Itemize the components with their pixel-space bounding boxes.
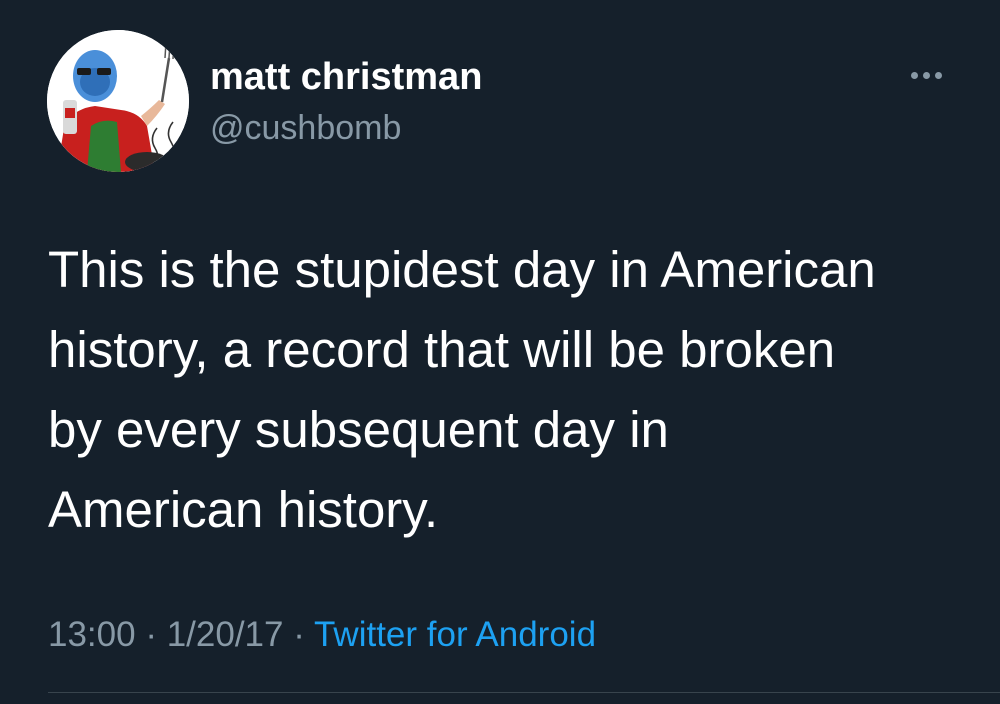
divider [48, 692, 1000, 693]
meta-separator: · [135, 615, 167, 654]
tweet-source-link[interactable]: Twitter for Android [314, 615, 596, 654]
tweet-date[interactable]: 1/20/17 [167, 615, 284, 654]
handle[interactable]: @cushbomb [210, 107, 401, 149]
avatar[interactable] [47, 30, 189, 172]
meta-separator: · [283, 615, 314, 654]
avatar-illustration [47, 30, 189, 172]
tweet-text: This is the stupidest day in American hi… [48, 241, 876, 538]
more-dot [910, 71, 918, 79]
display-name[interactable]: matt christman [210, 54, 482, 100]
tweet-metadata: 13:00 · 1/20/17 · Twitter for Android [48, 613, 596, 657]
tweet-card: matt christman @cushbomb This is the stu… [0, 0, 1000, 704]
more-dot [934, 71, 942, 79]
more-dot [922, 71, 930, 79]
more-horizontal-icon[interactable] [900, 62, 952, 88]
tweet-time[interactable]: 13:00 [48, 615, 136, 654]
